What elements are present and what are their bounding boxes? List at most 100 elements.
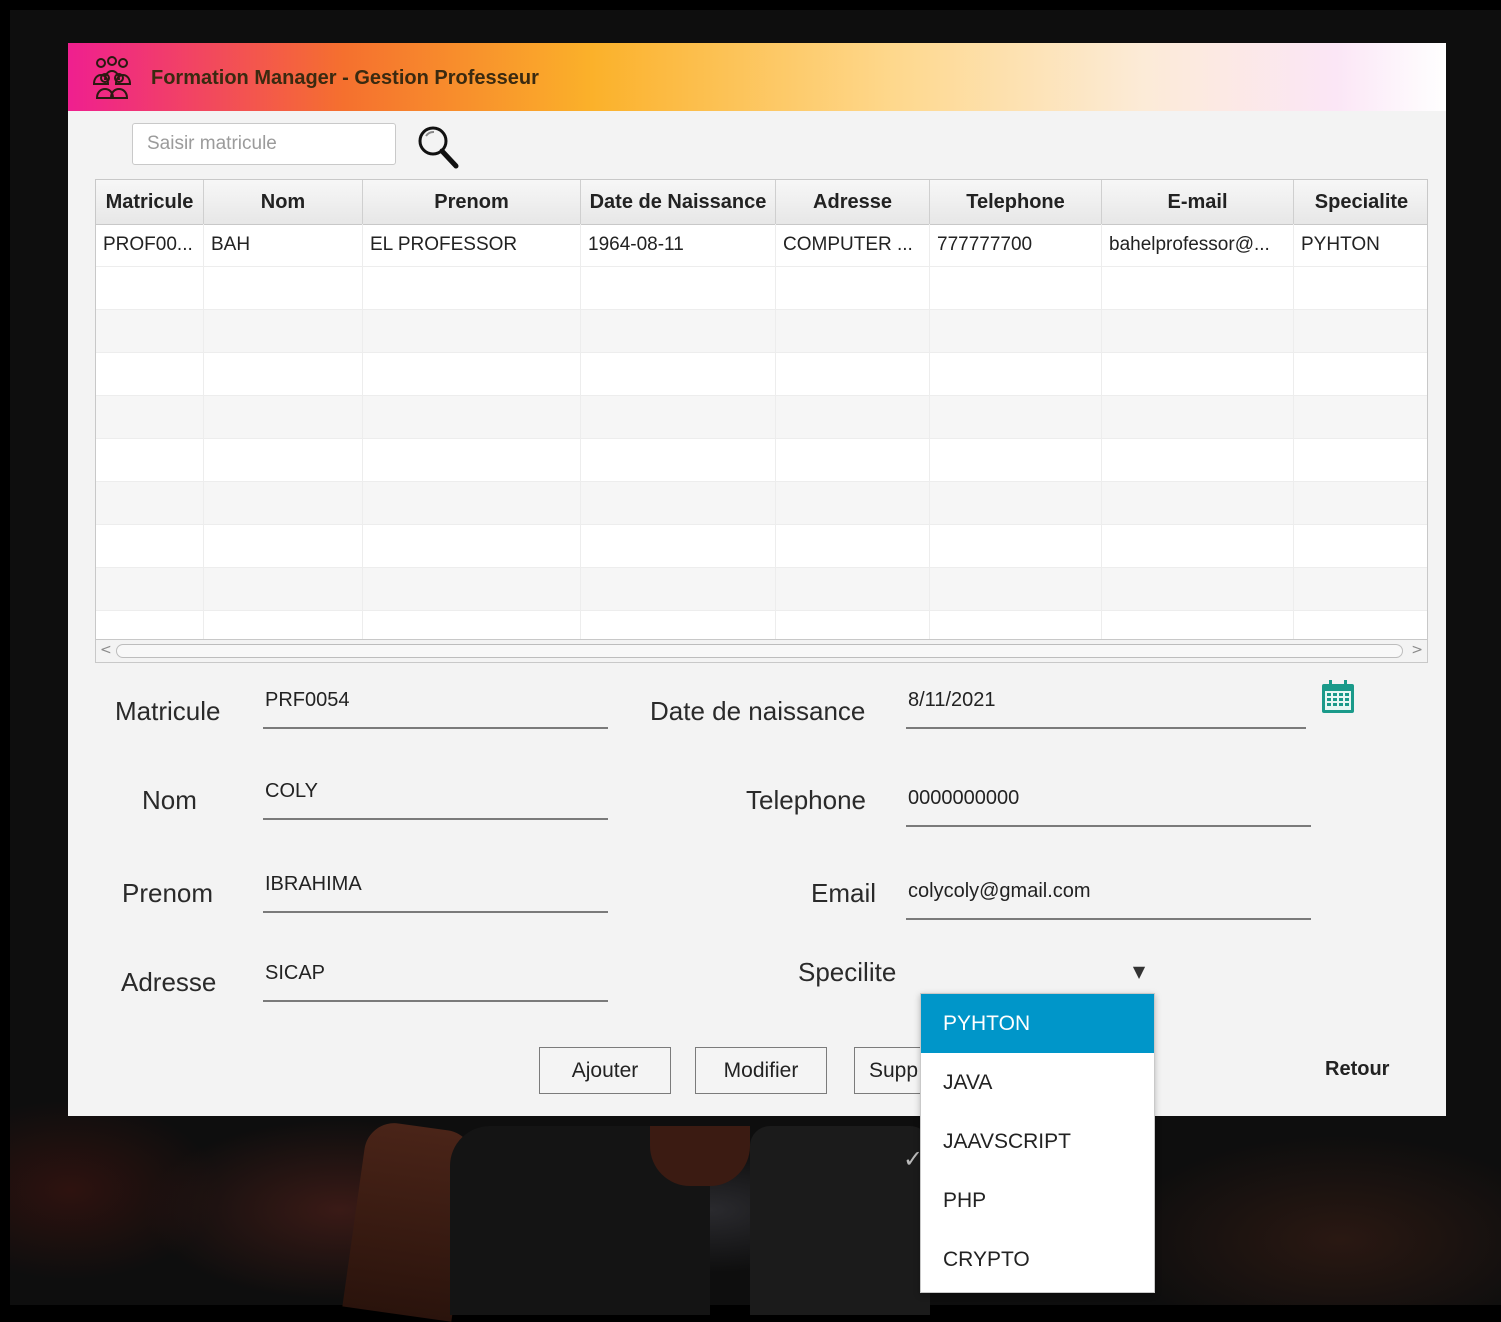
ajouter-button[interactable]: Ajouter [539, 1047, 671, 1094]
table-cell-empty [581, 353, 776, 395]
table-cell-empty [930, 396, 1102, 438]
dropdown-option[interactable]: JAVA [921, 1053, 1154, 1112]
table-cell-empty [776, 525, 930, 567]
specialite-label: Specilite [798, 957, 897, 987]
prenom-field[interactable]: IBRAHIMA [263, 867, 608, 913]
retour-button[interactable]: Retour [1325, 1058, 1389, 1081]
telephone-value: 0000000000 [908, 787, 1020, 809]
table-cell-empty [1294, 568, 1427, 610]
specialite-dropdown-list[interactable]: PYHTON JAVA JAAVSCRIPT PHP CRYPTO [920, 993, 1155, 1293]
table-cell-empty [1102, 310, 1294, 352]
table-cell-empty [581, 439, 776, 481]
dropdown-option[interactable]: JAAVSCRIPT [921, 1112, 1154, 1171]
date-naissance-label: Date de naissance [650, 696, 866, 726]
table-cell-empty [363, 439, 581, 481]
table-row-empty[interactable] [96, 310, 1427, 353]
table-cell-empty [96, 353, 204, 395]
table-row[interactable]: PROF00... BAH EL PROFESSOR 1964-08-11 CO… [96, 224, 1427, 267]
table-cell-empty [96, 482, 204, 524]
table-cell-empty [96, 568, 204, 610]
dropdown-option[interactable]: PHP [921, 1171, 1154, 1230]
adresse-field[interactable]: SICAP [263, 956, 608, 1002]
matricule-field[interactable]: PRF0054 [263, 683, 608, 729]
column-header[interactable]: Adresse [776, 180, 930, 224]
table-cell-empty [581, 310, 776, 352]
table-cell-empty [1294, 310, 1427, 352]
table-cell-empty [204, 439, 363, 481]
chevron-down-icon[interactable]: ▼ [1127, 962, 1151, 982]
professeur-table[interactable]: Matricule Nom Prenom Date de Naissance A… [95, 179, 1428, 663]
table-cell-empty [204, 396, 363, 438]
table-cell-empty [1102, 525, 1294, 567]
prenom-value: IBRAHIMA [265, 873, 362, 895]
table-cell-empty [581, 396, 776, 438]
column-header[interactable]: Telephone [930, 180, 1102, 224]
table-cell-empty [363, 267, 581, 309]
app-window: Formation Manager - Gestion Professeur M… [68, 43, 1446, 1116]
table-cell: 1964-08-11 [581, 224, 776, 266]
table-cell-empty [1294, 267, 1427, 309]
table-cell-empty [96, 267, 204, 309]
table-cell: COMPUTER ... [776, 224, 930, 266]
adresse-value: SICAP [265, 962, 326, 984]
scroll-right-icon[interactable]: > [1411, 642, 1423, 658]
table-cell-empty [204, 525, 363, 567]
column-header[interactable]: E-mail [1102, 180, 1294, 224]
column-header[interactable]: Nom [204, 180, 363, 224]
table-cell-empty [96, 439, 204, 481]
nom-label: Nom [142, 785, 197, 815]
date-naissance-field[interactable]: 8/11/2021 [906, 683, 1306, 729]
column-header[interactable]: Prenom [363, 180, 581, 224]
calendar-icon[interactable] [1320, 679, 1356, 715]
email-field[interactable]: colycoly@gmail.com [906, 874, 1311, 920]
column-header[interactable]: Matricule [96, 180, 204, 224]
table-cell-empty [1102, 568, 1294, 610]
table-cell-empty [1294, 439, 1427, 481]
table-cell: EL PROFESSOR [363, 224, 581, 266]
table-cell-empty [776, 310, 930, 352]
dropdown-option[interactable]: CRYPTO [921, 1230, 1154, 1289]
table-row-empty[interactable] [96, 482, 1427, 525]
table-cell: BAH [204, 224, 363, 266]
table-cell-empty [930, 568, 1102, 610]
table-cell-empty [776, 353, 930, 395]
table-cell-empty [363, 568, 581, 610]
telephone-field[interactable]: 0000000000 [906, 781, 1311, 827]
table-row-empty[interactable] [96, 568, 1427, 611]
table-cell-empty [204, 482, 363, 524]
table-row-empty[interactable] [96, 353, 1427, 396]
table-cell-empty [581, 525, 776, 567]
horizontal-scrollbar[interactable]: < > [95, 639, 1428, 663]
table-cell-empty [776, 267, 930, 309]
matricule-value: PRF0054 [265, 689, 350, 711]
search-input[interactable] [132, 123, 396, 165]
table-cell-empty [776, 439, 930, 481]
table-cell-empty [930, 482, 1102, 524]
scroll-left-icon[interactable]: < [100, 642, 112, 658]
table-cell-empty [96, 525, 204, 567]
table-cell-empty [1294, 396, 1427, 438]
table-cell-empty [96, 396, 204, 438]
modifier-button[interactable]: Modifier [695, 1047, 827, 1094]
table-row-empty[interactable] [96, 439, 1427, 482]
window-title: Formation Manager - Gestion Professeur [151, 67, 539, 89]
table-row-empty[interactable] [96, 525, 1427, 568]
scrollbar-thumb[interactable] [116, 644, 1403, 658]
dropdown-option[interactable]: PYHTON [921, 994, 1154, 1053]
magnifier-icon[interactable] [414, 123, 462, 171]
table-row-empty[interactable] [96, 396, 1427, 439]
table-cell-empty [581, 482, 776, 524]
table-row-empty[interactable] [96, 267, 1427, 310]
table-cell-empty [1102, 353, 1294, 395]
table-cell-empty [776, 396, 930, 438]
email-label: Email [811, 878, 877, 908]
table-cell-empty [930, 353, 1102, 395]
table-cell-empty [1102, 267, 1294, 309]
table-cell: PYHTON [1301, 234, 1380, 255]
column-header[interactable]: Specialite [1294, 180, 1427, 224]
column-header[interactable]: Date de Naissance [581, 180, 776, 224]
nom-field[interactable]: COLY [263, 774, 608, 820]
table-cell-empty [363, 525, 581, 567]
table-cell: PROF00... [96, 224, 204, 266]
table-cell-empty [363, 482, 581, 524]
